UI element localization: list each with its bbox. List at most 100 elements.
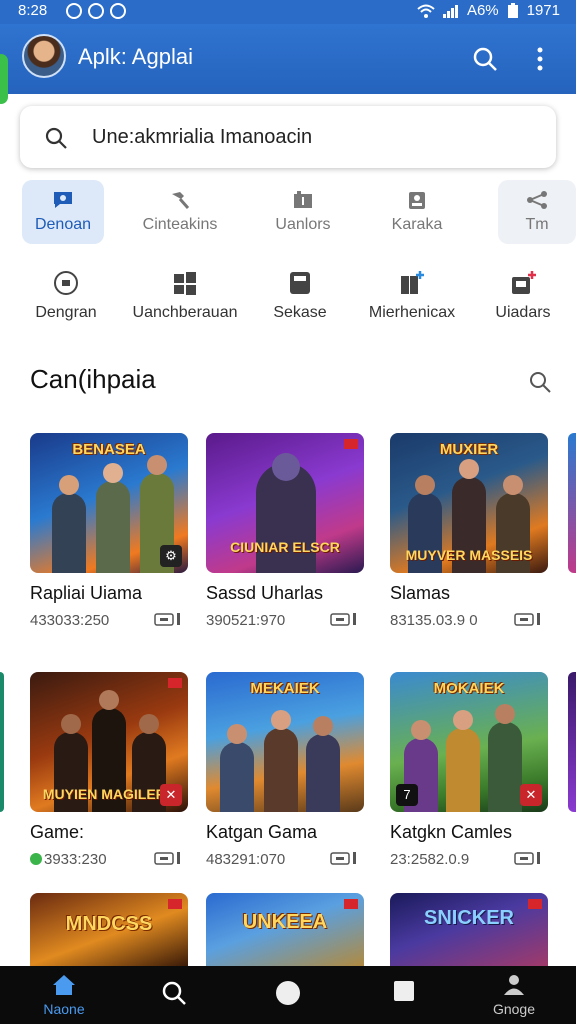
game-thumbnail[interactable]: CIUNIAR ELSCR (206, 433, 364, 573)
download-icon[interactable] (330, 612, 360, 626)
game-card[interactable]: MNDCSS (30, 893, 188, 966)
download-icon[interactable] (514, 612, 544, 626)
chat-icon (54, 271, 78, 295)
game-card[interactable]: MUYIEN MAGILERS ✕ Game: 3933:230 (30, 672, 188, 868)
game-thumbnail[interactable]: MUXIER MUYVER MASSEIS (390, 433, 548, 573)
search-icon (45, 127, 67, 149)
windows-icon (174, 272, 196, 295)
character-head (103, 463, 123, 483)
search-icon[interactable] (528, 370, 552, 394)
subcategory-mierhenicax[interactable]: Mierhenicax (360, 270, 464, 322)
game-meta: 390521:970 (206, 612, 364, 629)
corner-flag (168, 678, 182, 688)
game-banner: MOKAIEK (433, 680, 505, 697)
game-thumbnail[interactable]: MUYIEN MAGILERS ✕ (30, 672, 188, 812)
prev-card-peek[interactable] (0, 672, 4, 812)
tab-tm[interactable]: Tm (498, 180, 576, 244)
box-icon (290, 272, 310, 294)
tab-karaka[interactable]: Karaka (376, 180, 458, 244)
side-tab[interactable] (0, 54, 8, 104)
character-head (61, 714, 81, 734)
subcategory-sekase[interactable]: Sekase (270, 270, 330, 322)
character-head (271, 710, 291, 730)
game-thumbnail[interactable]: BENASEA ⚙ (30, 433, 188, 573)
game-thumbnail[interactable]: MNDCSS (30, 893, 188, 966)
app-title: Aplk: Agplai (78, 44, 193, 69)
subcategory-uiadars[interactable]: Uiadars (490, 270, 556, 322)
next-card-peek[interactable] (568, 672, 576, 812)
nav-circle[interactable] (274, 980, 302, 1009)
character-head (415, 475, 435, 495)
game-card[interactable]: MOKAIEK 7 ✕ Katgkn Camles 23:2582.0.9 (390, 672, 548, 868)
character-head (272, 453, 300, 481)
download-icon[interactable] (154, 612, 184, 626)
category-tabs: Denoan Cinteakins Uanlors Karaka Tm (22, 180, 576, 244)
subcategory-label: Uanchberauan (132, 304, 238, 321)
character-figure (446, 728, 480, 812)
status-right: A6% 1971 (417, 2, 560, 19)
game-thumbnail[interactable]: SNICKER (390, 893, 548, 966)
bag-plus-icon (512, 271, 536, 294)
game-stats: 83135.03.9 0 (390, 612, 478, 629)
character-head (503, 475, 523, 495)
game-card[interactable]: SNICKER (390, 893, 548, 966)
game-thumbnail[interactable]: UNKEEA (206, 893, 364, 966)
nav-square[interactable] (392, 980, 416, 1005)
next-card-peek[interactable] (568, 433, 576, 573)
corner-flag (344, 439, 358, 449)
tab-label: Uanlors (275, 216, 331, 233)
wifi-icon (417, 4, 435, 18)
search-icon (162, 981, 186, 1005)
game-card[interactable]: CIUNIAR ELSCR Sassd Uharlas 390521:970 (206, 433, 364, 629)
game-thumbnail[interactable]: MEKAIEK (206, 672, 364, 812)
tab-label: Cinteakins (142, 216, 218, 233)
tab-label: Karaka (391, 216, 443, 233)
tab-cinteakins[interactable]: Cinteakins (128, 180, 232, 244)
nav-profile[interactable]: Gnoge (486, 974, 542, 1017)
character-head (139, 714, 159, 734)
subcategory-dengran[interactable]: Dengran (30, 270, 102, 322)
character-head (227, 724, 247, 744)
chat-bubble-icon (54, 192, 72, 208)
corner-flag (168, 899, 182, 909)
tab-denoan[interactable]: Denoan (22, 180, 104, 244)
corner-flag (344, 899, 358, 909)
search-icon[interactable] (472, 46, 498, 72)
nav-search[interactable] (158, 980, 190, 1009)
game-stats: 23:2582.0.9 (390, 851, 470, 868)
game-meta: 23:2582.0.9 (390, 851, 548, 868)
character-head (313, 716, 333, 736)
book-plus-icon (401, 271, 424, 294)
tab-uanlors[interactable]: Uanlors (262, 180, 344, 244)
game-card[interactable]: BENASEA ⚙ Rapliai Uiama 433033:250 (30, 433, 188, 629)
notification-icons (66, 3, 126, 19)
download-icon[interactable] (154, 851, 184, 865)
subcategory-uanchberauan[interactable]: Uanchberauan (128, 270, 242, 322)
character-figure (52, 493, 86, 573)
more-options-icon[interactable] (532, 46, 548, 72)
game-card[interactable]: MUXIER MUYVER MASSEIS Slamas 83135.03.9 … (390, 433, 548, 629)
game-title: Slamas (390, 583, 451, 603)
folder-icon (294, 191, 312, 208)
nav-home[interactable]: Naone (36, 974, 92, 1017)
share-icon (527, 191, 547, 209)
download-icon[interactable] (514, 851, 544, 865)
character-figure (488, 722, 522, 812)
status-bar: 8:28 A6% 1971 (0, 0, 576, 24)
nav-label: Gnoge (492, 1001, 536, 1017)
game-banner: MEKAIEK (250, 680, 320, 697)
game-stats: 433033:250 (30, 612, 110, 629)
game-banner: CIUNIAR ELSCR (230, 539, 340, 555)
search-input[interactable]: Une:akmrialia Imanoacin (92, 126, 312, 149)
tab-label: Denoan (34, 216, 92, 233)
avatar[interactable] (22, 34, 66, 78)
game-card[interactable]: UNKEEA (206, 893, 364, 966)
search-bar[interactable]: Une:akmrialia Imanoacin (20, 106, 556, 168)
game-badge: ⚙ (160, 545, 182, 567)
character-head (411, 720, 431, 740)
status-dot-icon (30, 853, 42, 865)
section-title: Can(ihpaia (30, 364, 156, 394)
download-icon[interactable] (330, 851, 360, 865)
game-thumbnail[interactable]: MOKAIEK 7 ✕ (390, 672, 548, 812)
game-card[interactable]: MEKAIEK Katgan Gama 483291:070 (206, 672, 364, 868)
